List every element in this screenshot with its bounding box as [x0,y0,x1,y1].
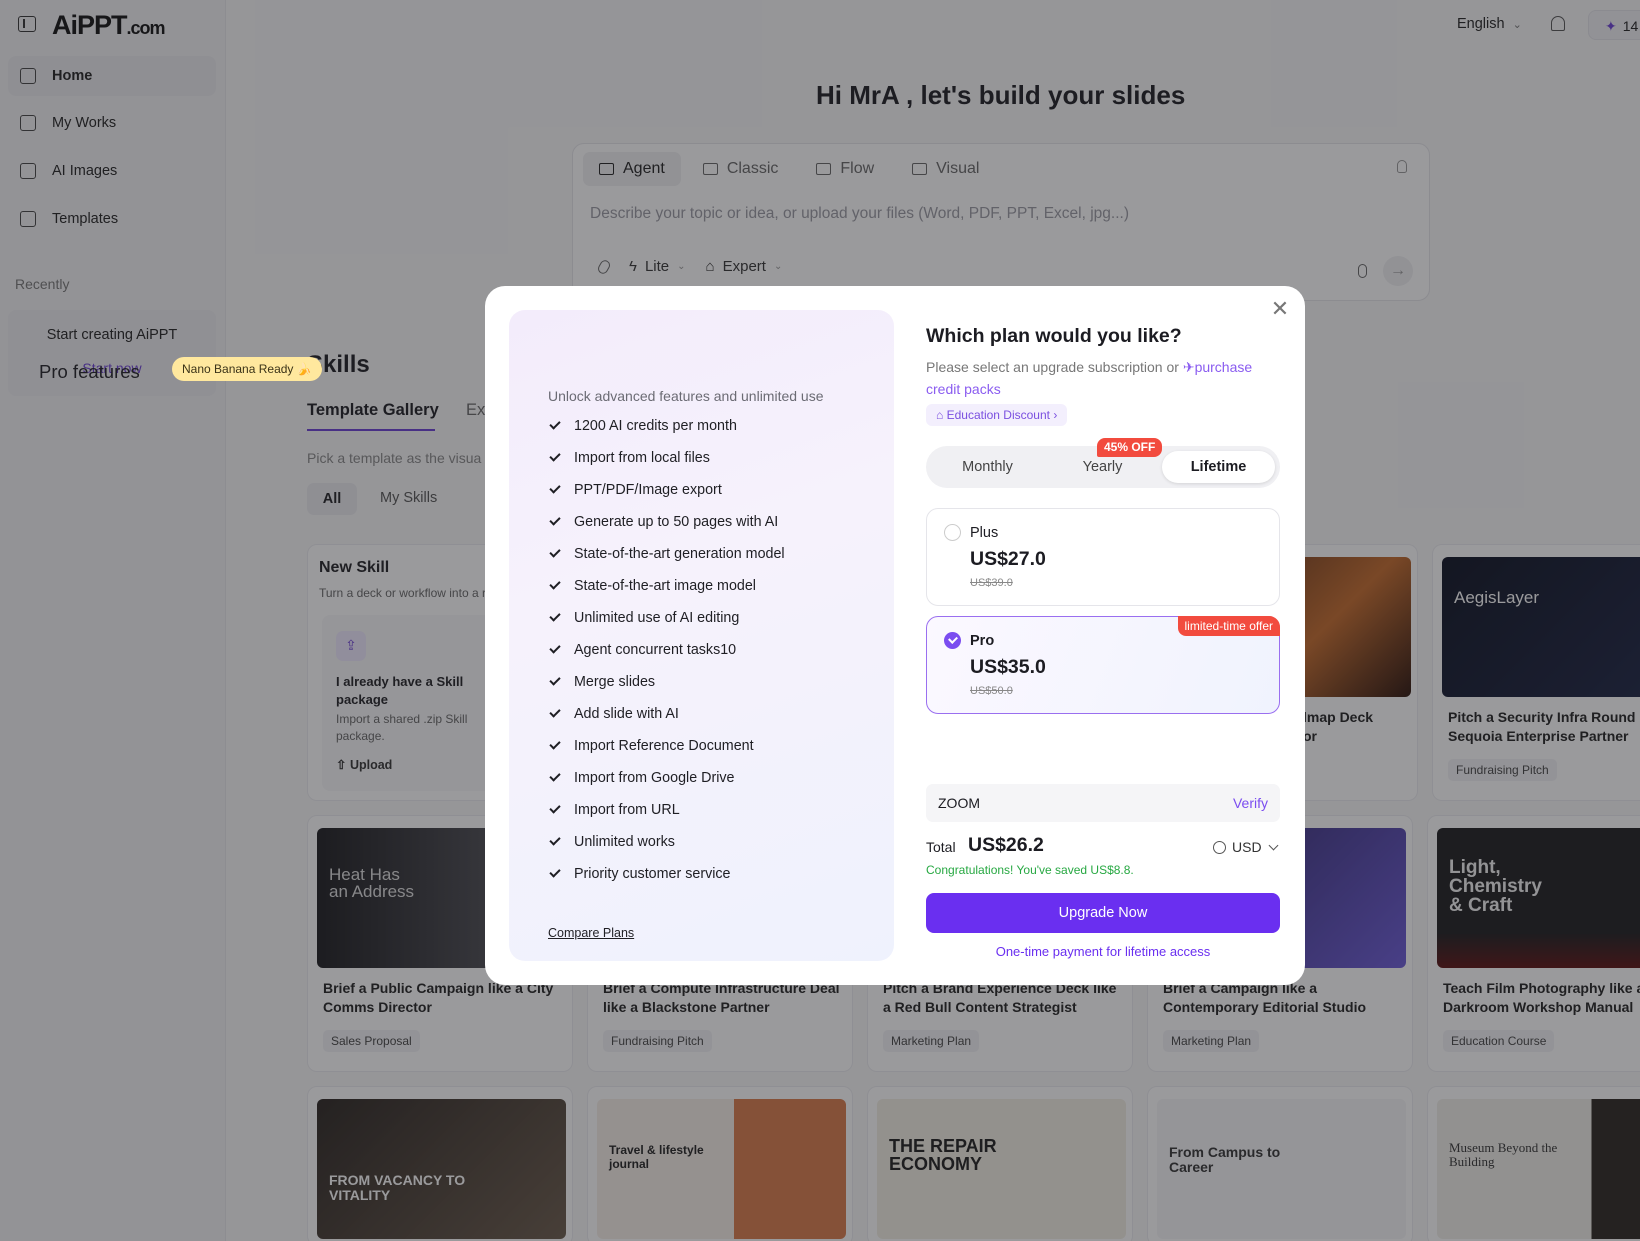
feature-list: 1200 AI credits per month Import from lo… [548,410,785,890]
check-icon [549,834,561,846]
check-icon [549,738,561,750]
feature-item: Agent concurrent tasks10 [548,634,785,666]
pro-features-subtitle: Unlock advanced features and unlimited u… [548,388,824,404]
nano-banana-badge: Nano Banana Ready 🍌 [172,357,322,381]
check-icon [549,514,561,526]
plan-name: Pro [970,633,995,649]
feature-item: Unlimited works [548,826,785,858]
radio-unchecked-icon[interactable] [944,524,961,541]
feature-item: PPT/PDF/Image export [548,474,785,506]
check-icon [549,546,561,558]
feature-item: Generate up to 50 pages with AI [548,506,785,538]
education-discount-chip[interactable]: ⌂ Education Discount › [926,404,1068,426]
check-icon [549,418,561,430]
feature-item: Merge slides [548,666,785,698]
coupon-input[interactable] [938,784,1208,822]
total-price: US$26.2 [968,834,1044,856]
feature-item: Import from local files [548,442,785,474]
feature-item: Unlimited use of AI editing [548,602,785,634]
compare-plans-link[interactable]: Compare Plans [548,926,634,940]
chevron-right-icon: › [1053,408,1058,422]
coupon-field: Verify [926,784,1280,822]
close-icon[interactable]: ✕ [1269,298,1291,320]
limited-offer-badge: limited-time offer [1177,616,1280,636]
check-icon [549,770,561,782]
verify-button[interactable]: Verify [1233,795,1268,811]
check-icon [549,866,561,878]
check-icon [549,802,561,814]
feature-item: 1200 AI credits per month [548,410,785,442]
plan-description: Please select an upgrade subscription or… [926,359,1253,397]
check-icon [549,642,561,654]
plan-name: Plus [970,525,999,541]
check-icon [549,482,561,494]
feature-item: Add slide with AI [548,698,785,730]
plan-option-pro[interactable]: Pro US$35.0 US$50.0 limited-time offer [926,616,1280,714]
feature-item: State-of-the-art image model [548,570,785,602]
savings-message: Congratulations! You've saved US$8.8. [926,863,1134,877]
plan-original-price: US$39.0 [970,577,1013,589]
check-icon [549,674,561,686]
plan-price: US$35.0 [970,656,1046,678]
discount-badge: 45% OFF [1097,438,1163,457]
feature-item: Priority customer service [548,858,785,890]
radio-checked-icon[interactable] [944,632,961,649]
tab-lifetime[interactable]: Lifetime [1162,451,1275,483]
chevron-down-icon [1268,840,1279,850]
banana-icon: 🍌 [296,362,312,376]
pro-features-title: Pro features [39,361,140,382]
payment-note: One-time payment for lifetime access [995,944,1211,959]
feature-item: Import Reference Document [548,730,785,762]
plan-original-price: US$50.0 [970,685,1013,697]
feature-item: Import from Google Drive [548,762,785,794]
check-icon [549,706,561,718]
plan-option-plus[interactable]: Plus US$27.0 US$39.0 [926,508,1280,606]
feature-item: State-of-the-art generation model [548,538,785,570]
graduation-cap-icon: ⌂ [936,408,944,422]
currency-select[interactable]: USD [1213,839,1279,855]
upgrade-now-button[interactable]: Upgrade Now [926,893,1280,933]
tab-monthly[interactable]: Monthly [931,451,1044,483]
coin-icon [1213,840,1226,854]
total-label: Total [926,839,956,855]
plan-price: US$27.0 [970,548,1046,570]
check-icon [549,610,561,622]
check-icon [549,578,561,590]
plan-title: Which plan would you like? [926,325,1182,347]
feature-item: Import from URL [548,794,785,826]
check-icon [549,450,561,462]
